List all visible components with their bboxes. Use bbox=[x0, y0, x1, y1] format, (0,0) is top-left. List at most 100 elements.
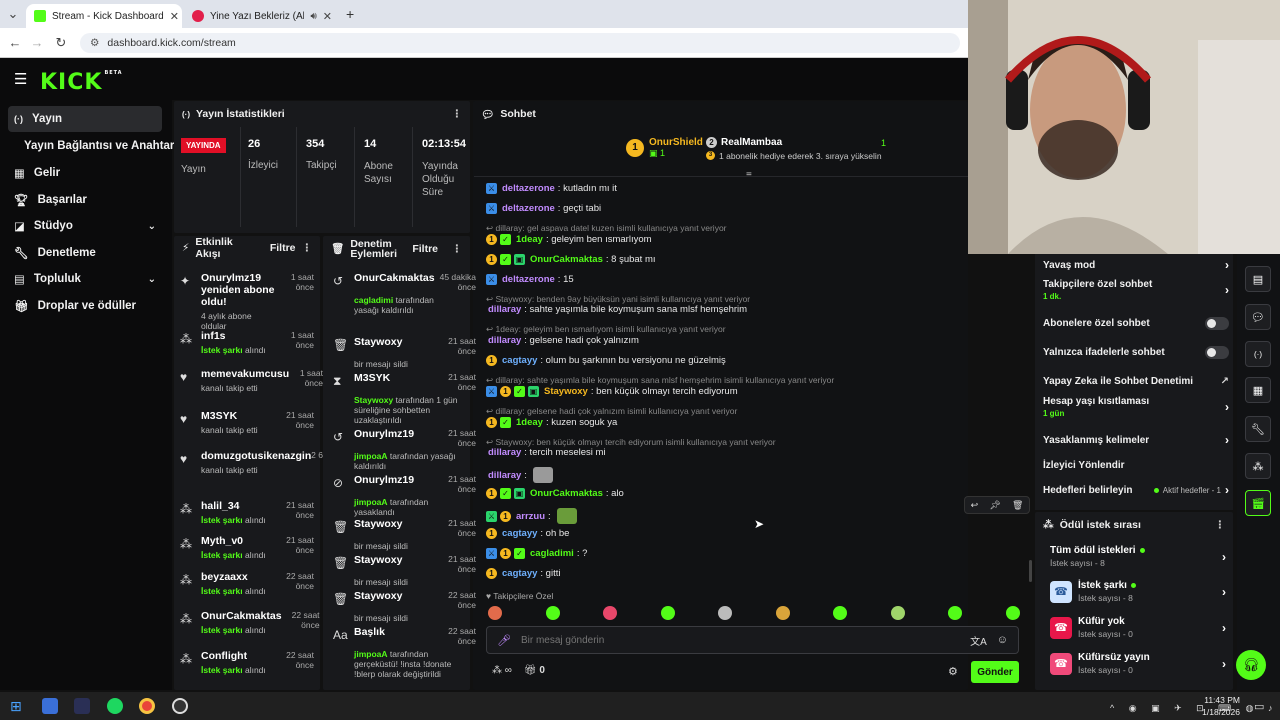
chat-username[interactable]: OnurCakmaktas bbox=[530, 488, 603, 499]
browser-tab-kick[interactable]: Stream - Kick Dashboard ✕ bbox=[26, 4, 182, 28]
drops-count[interactable]: 🎁︎ 0 bbox=[524, 665, 545, 676]
mod-action-item[interactable]: 🗑︎ Staywoxy 21 saat önce bir mesajı sildi bbox=[333, 518, 476, 551]
chat-username[interactable]: deltazerone bbox=[502, 274, 555, 285]
setting-control[interactable] bbox=[1205, 345, 1229, 359]
send-button[interactable]: Gönder bbox=[971, 661, 1019, 683]
reward-queue-item[interactable]: Tüm ödül istekleri İstek sayısı - 8 › bbox=[1050, 545, 1226, 568]
mod-action-item[interactable]: ↺ Onurylmz19 21 saat önce jimpoaA tarafında… bbox=[333, 428, 476, 471]
chat-username[interactable]: dillaray bbox=[488, 470, 521, 481]
url-field[interactable]: ⚙︎ dashboard.kick.com/stream bbox=[80, 33, 960, 53]
forward-icon[interactable]: → bbox=[28, 34, 46, 52]
points-icon[interactable]: ⁂ bbox=[1245, 453, 1271, 479]
chat-message[interactable]: ⚔ deltazerone: 15 bbox=[486, 274, 1026, 285]
chat-message[interactable]: 1 cagtayy: oh be bbox=[486, 528, 1026, 539]
chat-username[interactable]: Staywoxy bbox=[544, 386, 588, 397]
emote-icon[interactable] bbox=[545, 606, 560, 620]
setting-control[interactable]: Aktif hedefler - 1 › bbox=[1153, 483, 1229, 497]
chat-message[interactable]: 1 ✓ ▣ OnurCakmaktas: 8 şubat mı bbox=[486, 254, 1026, 265]
activity-item[interactable]: ✦ Onurylmz19 yeniden abone oldu! 4 aylık a… bbox=[180, 272, 314, 331]
notification-icon[interactable]: ▭ bbox=[1254, 700, 1264, 713]
chat-message[interactable]: ⚔ deltazerone: kutladın mı it bbox=[486, 183, 1026, 194]
reward-queue-item[interactable]: ☎ Küfür yok İstek sayısı - 0 › bbox=[1050, 616, 1226, 639]
chat-username[interactable]: cagtayy bbox=[502, 568, 537, 579]
chat-username[interactable]: deltazerone bbox=[502, 183, 555, 194]
chat-message[interactable]: ⚔ 1 ✓ ▣ Staywoxy: ben küçük olmayı tercih ed… bbox=[486, 386, 1026, 397]
chat-username[interactable]: dillaray bbox=[488, 335, 521, 346]
chat-message[interactable]: 1 cagtayy: olum bu şarkının bu versiyonu … bbox=[486, 355, 1026, 366]
activity-item[interactable]: ♥ M3SYK kanalı takip etti 21 saat önce bbox=[180, 410, 314, 435]
chat-message[interactable]: 1 ✓ ▣ OnurCakmaktas: alo bbox=[486, 488, 1026, 499]
chat-message[interactable]: dillaray: gelsene hadi çok yalnızım bbox=[486, 335, 1026, 346]
setting-control[interactable]: › bbox=[1225, 433, 1229, 447]
setting-control[interactable]: › bbox=[1225, 400, 1229, 414]
chat-scrollbar[interactable] bbox=[1029, 560, 1032, 582]
spotify-icon[interactable] bbox=[107, 698, 123, 714]
clock[interactable]: 11:43 PM 1/18/2026 bbox=[1196, 694, 1240, 718]
microphone-icon[interactable]: 🎤︎ bbox=[497, 634, 511, 647]
reward-queue-item[interactable]: ☎ Küfürsüz yayın İstek sayısı - 0 › bbox=[1050, 652, 1226, 675]
windows-start-icon[interactable]: ⊞ bbox=[10, 698, 26, 714]
setting-control[interactable] bbox=[1205, 316, 1229, 330]
kick-logo[interactable]: KICK BETA bbox=[40, 70, 123, 95]
notes-icon[interactable]: ▤ bbox=[1245, 266, 1271, 292]
close-tab-icon[interactable]: ✕ bbox=[170, 10, 179, 23]
chat-setting-3[interactable]: Yalnızca ifadelerle sohbet bbox=[1043, 341, 1229, 363]
chat-username[interactable]: cagtayy bbox=[502, 355, 537, 366]
setting-control[interactable]: › bbox=[1225, 283, 1229, 297]
more-options-icon[interactable]: ⋮ bbox=[302, 242, 313, 254]
activity-item[interactable]: ⁂ Conflight İstek şarkı alındı 22 saat önce bbox=[180, 650, 314, 675]
setting-control[interactable]: › bbox=[1225, 258, 1229, 272]
broadcast-icon[interactable]: (·) bbox=[1245, 341, 1271, 367]
chat-setting-4[interactable]: Yapay Zeka ile Sohbet Denetimi ↗ bbox=[1043, 370, 1229, 392]
clapperboard-icon[interactable]: 🎬︎ bbox=[1245, 490, 1271, 516]
translate-icon[interactable]: 文A bbox=[970, 633, 987, 648]
chat-setting-6[interactable]: Yasaklanmış kelimeler › bbox=[1043, 429, 1229, 451]
chat-setting-5[interactable]: Hesap yaşı kısıtlaması 1 gün › bbox=[1043, 396, 1229, 418]
layout-icon[interactable]: ▦ bbox=[1245, 377, 1271, 403]
chat-username[interactable]: cagladimi bbox=[530, 548, 574, 559]
chat-message[interactable]: 1 cagtayy: gitti bbox=[486, 568, 1026, 579]
activity-item[interactable]: ⁂ beyzaaxx İstek şarkı alındı 22 saat önce bbox=[180, 571, 314, 596]
activity-item[interactable]: ♥ domuzgotusikenazgin kanalı takip etti 2 6 bbox=[180, 450, 323, 475]
site-info-icon[interactable]: ⚙︎ bbox=[90, 37, 99, 49]
reload-icon[interactable]: ↻ bbox=[52, 34, 70, 52]
chat-message[interactable]: ⚔ 1 arrzuu: bbox=[486, 508, 1026, 524]
emote-icon[interactable] bbox=[718, 606, 732, 620]
filter-button[interactable]: Filtre bbox=[270, 242, 296, 254]
filter-button[interactable]: Filtre bbox=[412, 244, 438, 255]
emote-icon[interactable] bbox=[948, 606, 962, 620]
mod-action-item[interactable]: Aa Başlık 22 saat önce jimpoaA tarafından g… bbox=[333, 626, 476, 679]
sidebar-item-yayin[interactable]: (·) Yayın bbox=[8, 106, 162, 132]
toggle-switch[interactable] bbox=[1205, 316, 1229, 330]
chat-message[interactable]: ⚔ deltazerone: geçti tabi bbox=[486, 203, 1026, 214]
chat-username[interactable]: arrzuu bbox=[516, 511, 545, 522]
emote-icon[interactable] bbox=[488, 606, 502, 620]
sidebar-item-droplar[interactable]: 🎁︎ Droplar ve ödüller bbox=[8, 293, 162, 319]
chat-setting-1[interactable]: Takipçilere özel sohbet 1 dk. › bbox=[1043, 279, 1229, 301]
top-gifter-2[interactable]: 2 RealMambaa 1 3 1 abonelik hediye edere… bbox=[706, 137, 886, 161]
hamburger-menu-icon[interactable]: ☰ bbox=[14, 70, 27, 88]
emote-icon[interactable] bbox=[833, 606, 847, 620]
mod-action-item[interactable]: 🗑︎ Staywoxy 22 saat önce bir mesajı sildi bbox=[333, 590, 476, 623]
mod-action-item[interactable]: ⊘ Onurylmz19 21 saat önce jimpoaA tarafında… bbox=[333, 474, 476, 517]
sidebar-item-topluluk[interactable]: ▤ Topluluk ⌄ bbox=[8, 266, 162, 292]
chat-input[interactable] bbox=[520, 634, 961, 646]
emote-icon[interactable] bbox=[890, 606, 905, 620]
chat-bubble-icon[interactable]: 💬︎ bbox=[1245, 304, 1271, 330]
activity-item[interactable]: ⁂ Myth_v0 İstek şarkı alındı 21 saat önce bbox=[180, 535, 314, 560]
back-icon[interactable]: ← bbox=[6, 34, 24, 52]
activity-item[interactable]: ♥ memevakumcusu kanalı takip etti 1 saat ön… bbox=[180, 368, 323, 393]
speaker-icon[interactable]: 🔊︎ bbox=[310, 11, 316, 22]
sidebar-item-basarilar[interactable]: 🏆︎ Başarılar bbox=[8, 187, 162, 213]
more-options-icon[interactable]: ⋮ bbox=[452, 244, 463, 255]
chat-message[interactable]: ⚔ 1 ✓ cagladimi: ? bbox=[486, 548, 1026, 559]
chat-setting-8[interactable]: Hedefleri belirleyin Aktif hedefler - 1 › bbox=[1043, 479, 1229, 501]
chat-setting-0[interactable]: Yavaş mod › bbox=[1043, 254, 1229, 276]
close-tab-icon[interactable]: ✕ bbox=[323, 10, 332, 23]
activity-item[interactable]: ⁂ inf1s İstek şarkı alındı 1 saat önce bbox=[180, 330, 314, 355]
emote-icon[interactable] bbox=[775, 606, 790, 620]
new-tab-icon[interactable]: + bbox=[346, 6, 354, 22]
chat-message[interactable]: dillaray: bbox=[486, 467, 1026, 483]
chat-username[interactable]: cagtayy bbox=[502, 528, 537, 539]
tab-search-icon[interactable]: ⌄ bbox=[4, 5, 22, 23]
